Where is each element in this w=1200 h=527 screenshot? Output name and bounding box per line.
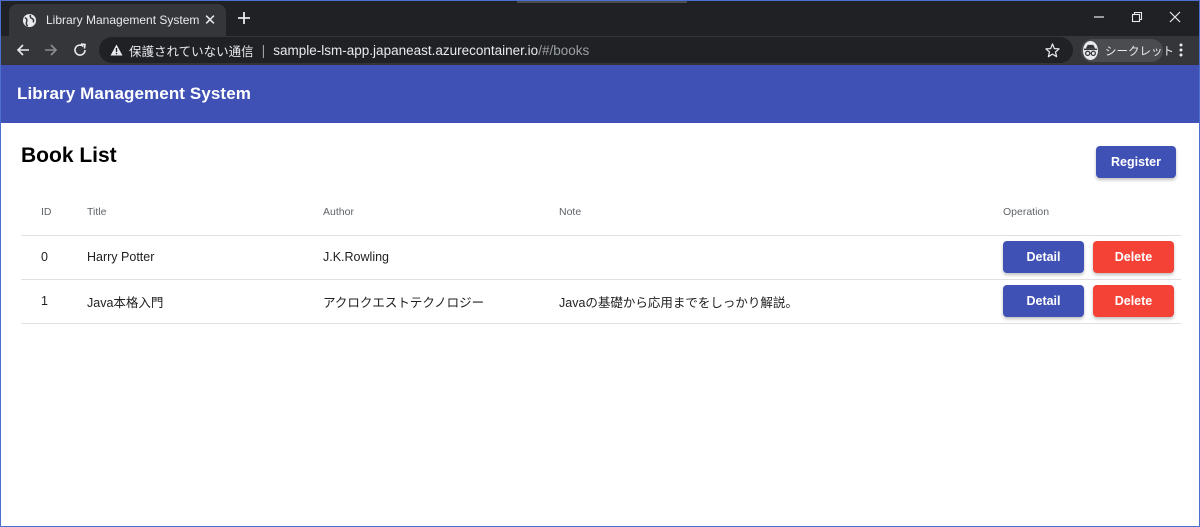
app-header: Library Management System bbox=[1, 65, 1199, 123]
table-row: 0 Harry Potter J.K.Rowling Detail Delete bbox=[21, 235, 1181, 280]
cell-author: アクロクエストテクノロジー bbox=[323, 279, 559, 324]
cell-note bbox=[559, 235, 1003, 280]
cell-title: Harry Potter bbox=[87, 235, 323, 280]
url-path: /#/books bbox=[538, 42, 590, 58]
detail-button[interactable]: Detail bbox=[1003, 241, 1084, 273]
main-content: Book List Register ID Title Author Note … bbox=[1, 123, 1199, 526]
globe-icon bbox=[21, 12, 37, 28]
minimize-icon[interactable] bbox=[1081, 5, 1117, 29]
forward-arrow-icon[interactable] bbox=[40, 39, 62, 61]
security-status[interactable]: 保護されていない通信 bbox=[129, 41, 254, 60]
back-arrow-icon[interactable] bbox=[12, 39, 34, 61]
detail-button[interactable]: Detail bbox=[1003, 285, 1084, 317]
browser-window: Library Management System ✕ 保護されていない通信 |… bbox=[0, 0, 1200, 527]
page-title: Book List bbox=[21, 144, 117, 167]
book-table: ID Title Author Note Operation 0 Harry P… bbox=[21, 189, 1181, 324]
delete-button[interactable]: Delete bbox=[1093, 241, 1174, 273]
address-separator: | bbox=[261, 42, 266, 58]
browser-tab[interactable]: Library Management System ✕ bbox=[9, 4, 226, 36]
close-window-icon[interactable] bbox=[1157, 5, 1193, 29]
table-header-row: ID Title Author Note Operation bbox=[21, 189, 1181, 236]
restore-icon[interactable] bbox=[1119, 5, 1155, 29]
cell-operation: Detail Delete bbox=[1003, 235, 1181, 280]
bookmark-star-icon[interactable] bbox=[1043, 41, 1061, 59]
warning-icon[interactable] bbox=[109, 43, 123, 57]
table-row: 1 Java本格入門 アクロクエストテクノロジー Javaの基礎から応用までをし… bbox=[21, 279, 1181, 324]
tab-strip-accent bbox=[517, 1, 687, 3]
header-operation: Operation bbox=[1003, 189, 1181, 236]
cell-operation: Detail Delete bbox=[1003, 279, 1181, 324]
reload-icon[interactable] bbox=[69, 39, 91, 61]
more-menu-icon[interactable] bbox=[1171, 40, 1191, 60]
tab-strip: Library Management System ✕ bbox=[1, 1, 1199, 36]
header-title: Title bbox=[87, 189, 323, 236]
incognito-icon bbox=[1083, 41, 1098, 60]
header-author: Author bbox=[323, 189, 559, 236]
incognito-indicator[interactable]: シークレット bbox=[1081, 39, 1174, 62]
cell-title: Java本格入門 bbox=[87, 279, 323, 324]
browser-toolbar: 保護されていない通信 | sample-lsm-app.japaneast.az… bbox=[1, 36, 1199, 65]
header-note: Note bbox=[559, 189, 1003, 236]
new-tab-icon[interactable] bbox=[233, 7, 255, 29]
url-host: sample-lsm-app.japaneast.azurecontainer.… bbox=[273, 42, 539, 58]
cell-id: 0 bbox=[21, 235, 87, 280]
cell-author: J.K.Rowling bbox=[323, 235, 559, 280]
header-id: ID bbox=[21, 189, 87, 236]
close-tab-icon[interactable]: ✕ bbox=[200, 10, 220, 30]
address-bar[interactable]: 保護されていない通信 | sample-lsm-app.japaneast.az… bbox=[99, 37, 1073, 63]
app-title: Library Management System bbox=[17, 84, 251, 103]
register-button[interactable]: Register bbox=[1096, 146, 1176, 178]
tab-title: Library Management System bbox=[46, 13, 200, 27]
cell-id: 1 bbox=[21, 279, 87, 324]
delete-button[interactable]: Delete bbox=[1093, 285, 1174, 317]
cell-note: Javaの基礎から応用までをしっかり解説。 bbox=[559, 279, 1003, 324]
incognito-label: シークレット bbox=[1105, 45, 1174, 58]
